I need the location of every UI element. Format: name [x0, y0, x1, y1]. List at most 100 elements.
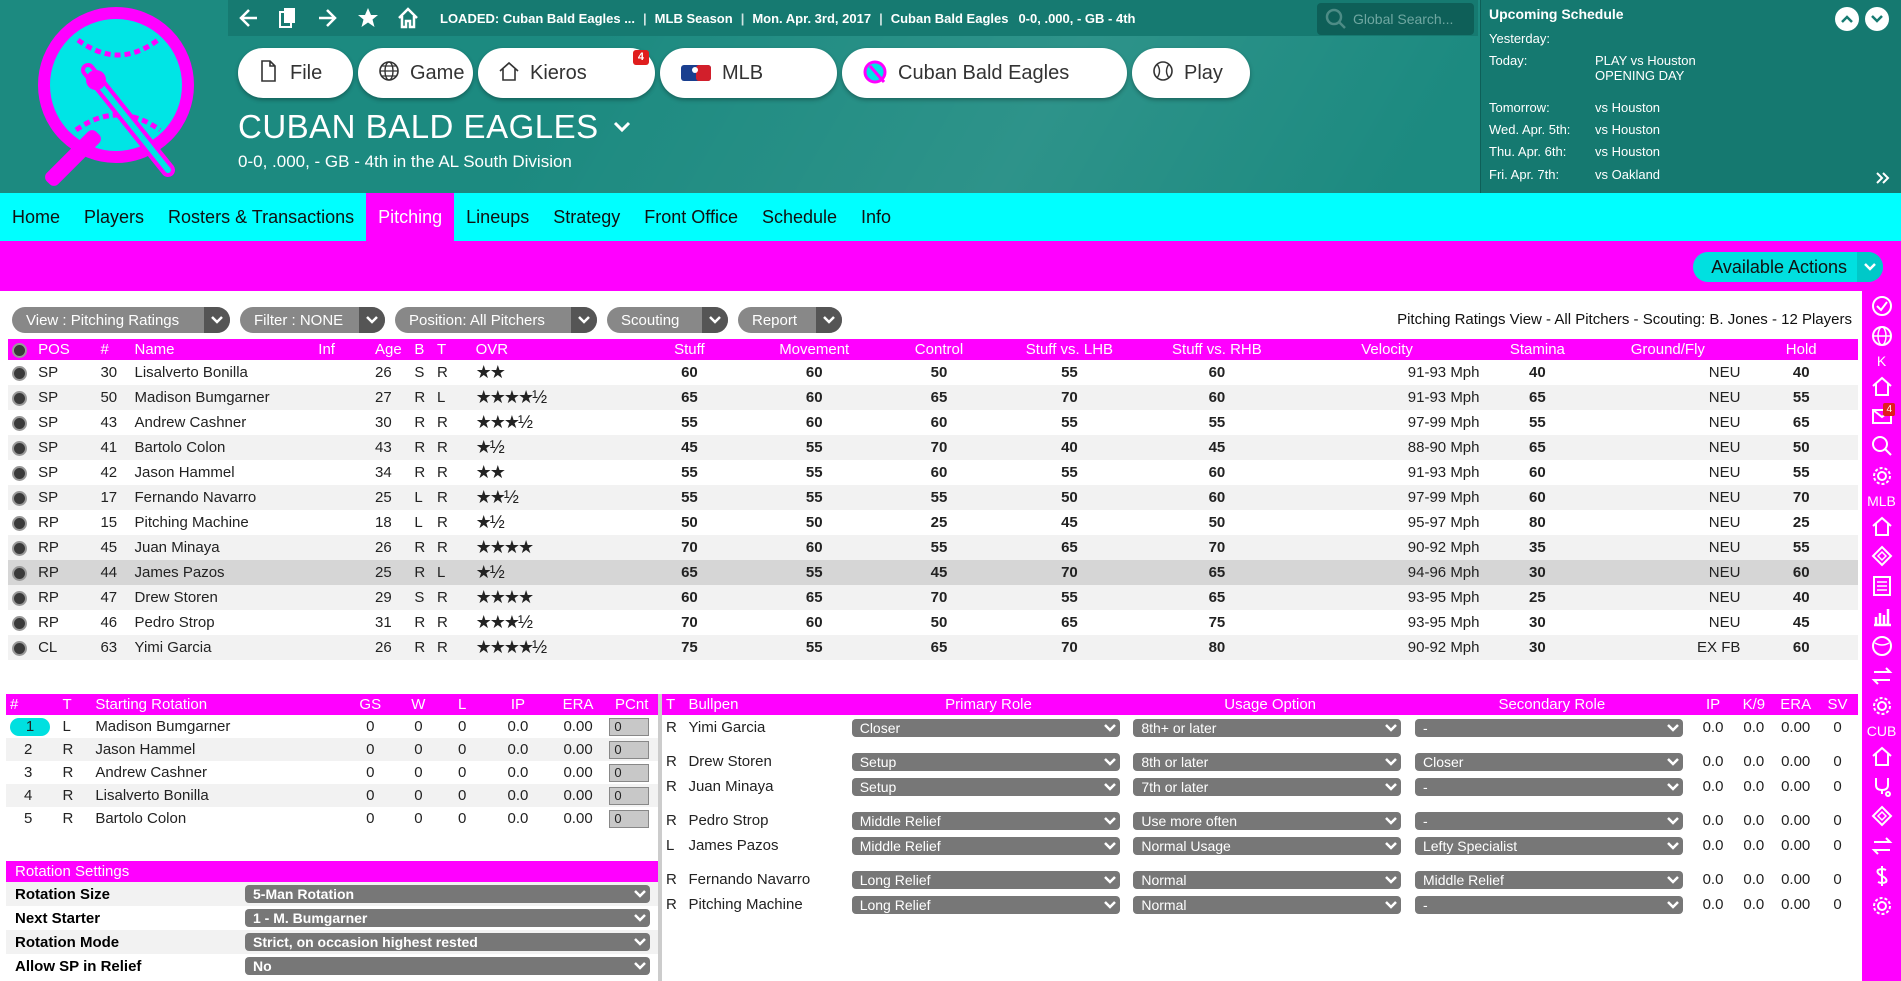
column-header[interactable]: Movement: [746, 339, 883, 360]
player-name[interactable]: Pitching Machine: [684, 892, 847, 917]
sidebar-home-button[interactable]: [1862, 511, 1901, 541]
sidebar-mail-button[interactable]: 4: [1862, 401, 1901, 431]
sidebar-list-button[interactable]: [1862, 571, 1901, 601]
usage-option-dropdown[interactable]: 8th or later: [1133, 752, 1402, 771]
sidebar-gear-button[interactable]: [1862, 891, 1901, 921]
sidebar-diamond-button[interactable]: [1862, 801, 1901, 831]
sidebar-bar-chart-button[interactable]: [1862, 601, 1901, 631]
player-name[interactable]: Bartolo Colon: [130, 435, 315, 460]
filter-scouting-dropdown[interactable]: Scouting: [607, 307, 728, 333]
pitcher-row[interactable]: SP 43 Andrew Cashner 30 R R ★★★½ 55 60 60 55 55 97-9…: [8, 410, 1858, 435]
column-header[interactable]: B: [410, 339, 434, 360]
sidebar-medical-button[interactable]: [1862, 771, 1901, 801]
column-header[interactable]: Control: [882, 339, 996, 360]
pitch-count-input[interactable]: 0: [609, 717, 650, 736]
bullpen-row[interactable]: R Pitching Machine Long Relief Normal - 0.0 0.…: [662, 892, 1858, 917]
secondary-role-dropdown[interactable]: -: [1414, 895, 1683, 914]
chevron-down-icon[interactable]: [1865, 7, 1889, 31]
column-header[interactable]: Velocity: [1290, 339, 1484, 360]
schedule-game[interactable]: vs Oakland: [1595, 167, 1660, 182]
sidebar-check-button[interactable]: [1862, 291, 1901, 321]
column-header[interactable]: Stuff vs. LHB: [995, 339, 1144, 360]
pitcher-row[interactable]: RP 44 James Pazos 25 R L ★½ 65 55 45 70 65 94-96 Mph…: [8, 560, 1858, 585]
rotation-row[interactable]: 2 R Jason Hammel 0 0 0 0.0 0.00 0: [6, 738, 658, 761]
player-name[interactable]: Juan Minaya: [684, 774, 847, 799]
bullpen-row[interactable]: R Juan Minaya Setup 7th or later - 0.0 0.0 0.00…: [662, 774, 1858, 799]
setting-dropdown[interactable]: 5-Man Rotation: [245, 885, 650, 903]
primary-role-dropdown[interactable]: Middle Relief: [851, 836, 1120, 855]
player-name[interactable]: Pedro Strop: [131, 610, 315, 635]
select-dot[interactable]: [8, 610, 34, 635]
player-name[interactable]: Drew Storen: [684, 749, 847, 774]
secondary-role-dropdown[interactable]: -: [1414, 718, 1683, 737]
pitcher-row[interactable]: RP 46 Pedro Strop 31 R R ★★★½ 70 60 50 65 75 93-95 M…: [8, 610, 1858, 635]
schedule-game[interactable]: vs Houston: [1595, 100, 1660, 115]
secondary-role-dropdown[interactable]: Closer: [1414, 752, 1683, 771]
tab-rosters-transactions[interactable]: Rosters & Transactions: [156, 193, 366, 241]
bullpen-row[interactable]: R Yimi Garcia Closer 8th+ or later - 0.0 0.0 0.…: [662, 715, 1858, 740]
column-header[interactable]: OVR: [471, 339, 633, 360]
pitcher-row[interactable]: RP 15 Pitching Machine 18 L R ★½ 50 50 25 45 50 95-9…: [8, 510, 1858, 535]
filter-position-dropdown[interactable]: Position: All Pitchers: [395, 307, 597, 333]
pitch-count-input[interactable]: 0: [609, 740, 650, 759]
sidebar-dollar-button[interactable]: [1862, 861, 1901, 891]
select-dot[interactable]: [8, 385, 35, 410]
pitcher-row[interactable]: CL 63 Yimi Garcia 26 R R ★★★★½ 75 55 65 70 80 90-92 …: [8, 635, 1858, 660]
bullpen-row[interactable]: R Drew Storen Setup 8th or later Closer 0.0 0.…: [662, 749, 1858, 774]
player-name[interactable]: Madison Bumgarner: [130, 385, 315, 410]
pitcher-row[interactable]: SP 41 Bartolo Colon 43 R R ★½ 45 55 70 40 45 88-90 M…: [8, 435, 1858, 460]
player-name[interactable]: James Pazos: [684, 833, 847, 858]
player-name[interactable]: James Pazos: [130, 560, 315, 585]
available-actions-button[interactable]: Available Actions: [1693, 252, 1883, 282]
home-icon[interactable]: [388, 0, 428, 36]
tab-info[interactable]: Info: [849, 193, 903, 241]
schedule-game[interactable]: vs Houston: [1595, 122, 1660, 137]
filter-view-dropdown[interactable]: View : Pitching Ratings: [12, 307, 230, 333]
menu-file-button[interactable]: File: [238, 48, 353, 98]
menu-mlb-button[interactable]: MLB: [660, 48, 837, 98]
star-icon[interactable]: [348, 0, 388, 36]
primary-role-dropdown[interactable]: Setup: [851, 752, 1120, 771]
bullpen-row[interactable]: L James Pazos Middle Relief Normal Usage Lef…: [662, 833, 1858, 858]
player-name[interactable]: Bartolo Colon: [91, 807, 343, 830]
primary-role-dropdown[interactable]: Long Relief: [851, 870, 1120, 889]
sidebar-home-button[interactable]: [1862, 741, 1901, 771]
back-arrow-icon[interactable]: [228, 0, 268, 36]
player-name[interactable]: Pedro Strop: [684, 808, 847, 833]
usage-option-dropdown[interactable]: Normal Usage: [1133, 836, 1402, 855]
player-name[interactable]: Madison Bumgarner: [91, 715, 343, 738]
column-header[interactable]: Stuff: [632, 339, 747, 360]
setting-dropdown[interactable]: No: [245, 957, 650, 975]
pitcher-row[interactable]: SP 42 Jason Hammel 34 R R ★★ 55 55 60 55 60 91-93 Mp…: [8, 460, 1858, 485]
sidebar-gear-button[interactable]: [1862, 691, 1901, 721]
forward-arrow-icon[interactable]: [308, 0, 348, 36]
select-dot[interactable]: [8, 410, 34, 435]
menu-game-button[interactable]: Game: [358, 48, 473, 98]
player-name[interactable]: Lisalverto Bonilla: [91, 784, 343, 807]
schedule-game[interactable]: PLAY vs Houston OPENING DAY: [1595, 53, 1696, 83]
rotation-row[interactable]: 1 L Madison Bumgarner 0 0 0 0.0 0.00 0: [6, 715, 658, 738]
pitcher-row[interactable]: SP 50 Madison Bumgarner 27 R L ★★★★½ 65 60 65 70 60…: [8, 385, 1858, 410]
tab-front-office[interactable]: Front Office: [632, 193, 750, 241]
player-name[interactable]: Fernando Navarro: [130, 485, 315, 510]
expand-arrows-icon[interactable]: [1875, 170, 1891, 189]
player-name[interactable]: Juan Minaya: [130, 535, 315, 560]
pitch-count-input[interactable]: 0: [609, 786, 650, 805]
tab-lineups[interactable]: Lineups: [454, 193, 541, 241]
player-name[interactable]: Jason Hammel: [131, 460, 315, 485]
pitcher-row[interactable]: RP 45 Juan Minaya 26 R R ★★★★ 70 60 55 65 70 90-92 M…: [8, 535, 1858, 560]
column-header[interactable]: Age: [371, 339, 411, 360]
select-dot[interactable]: [8, 635, 35, 660]
column-header[interactable]: Hold: [1744, 339, 1858, 360]
column-header[interactable]: Ground/Fly: [1591, 339, 1745, 360]
player-name[interactable]: Pitching Machine: [131, 510, 315, 535]
sidebar-swap-button[interactable]: [1862, 661, 1901, 691]
player-name[interactable]: Jason Hammel: [91, 738, 343, 761]
menu-play-button[interactable]: Play: [1132, 48, 1250, 98]
tab-strategy[interactable]: Strategy: [541, 193, 632, 241]
select-dot[interactable]: [8, 460, 34, 485]
sidebar-swap-button[interactable]: [1862, 831, 1901, 861]
sidebar-gear-button[interactable]: [1862, 461, 1901, 491]
player-name[interactable]: Fernando Navarro: [684, 867, 847, 892]
player-name[interactable]: Yimi Garcia: [130, 635, 315, 660]
